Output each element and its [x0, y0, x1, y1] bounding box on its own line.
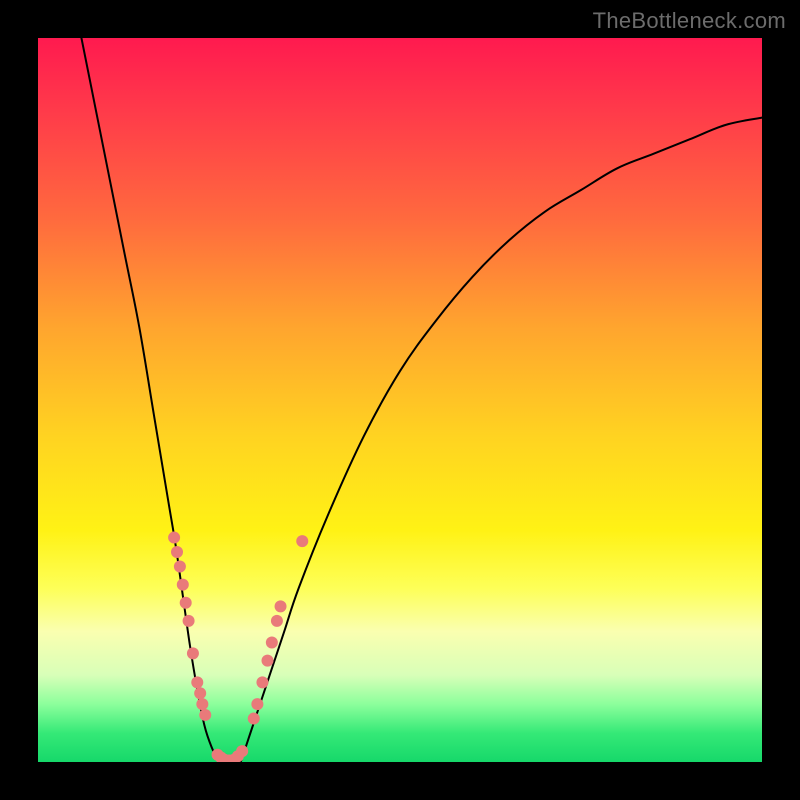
- data-point: [174, 561, 186, 573]
- data-point: [262, 655, 274, 667]
- data-point: [275, 600, 287, 612]
- data-point: [177, 579, 189, 591]
- plot-area: [38, 38, 762, 762]
- chart-svg: [38, 38, 762, 762]
- data-point: [271, 615, 283, 627]
- data-point: [199, 709, 211, 721]
- data-point: [266, 637, 278, 649]
- data-point: [168, 532, 180, 544]
- v-curve: [81, 38, 762, 762]
- data-point: [256, 676, 268, 688]
- data-point: [171, 546, 183, 558]
- data-point: [187, 647, 199, 659]
- chart-frame: TheBottleneck.com: [0, 0, 800, 800]
- data-point: [183, 615, 195, 627]
- data-point: [180, 597, 192, 609]
- data-point: [191, 676, 203, 688]
- watermark-text: TheBottleneck.com: [593, 8, 786, 34]
- data-point: [296, 535, 308, 547]
- data-point: [196, 698, 208, 710]
- data-point: [194, 687, 206, 699]
- data-point: [251, 698, 263, 710]
- data-point: [248, 713, 260, 725]
- curve-right-arm: [241, 118, 762, 762]
- data-point: [236, 745, 248, 757]
